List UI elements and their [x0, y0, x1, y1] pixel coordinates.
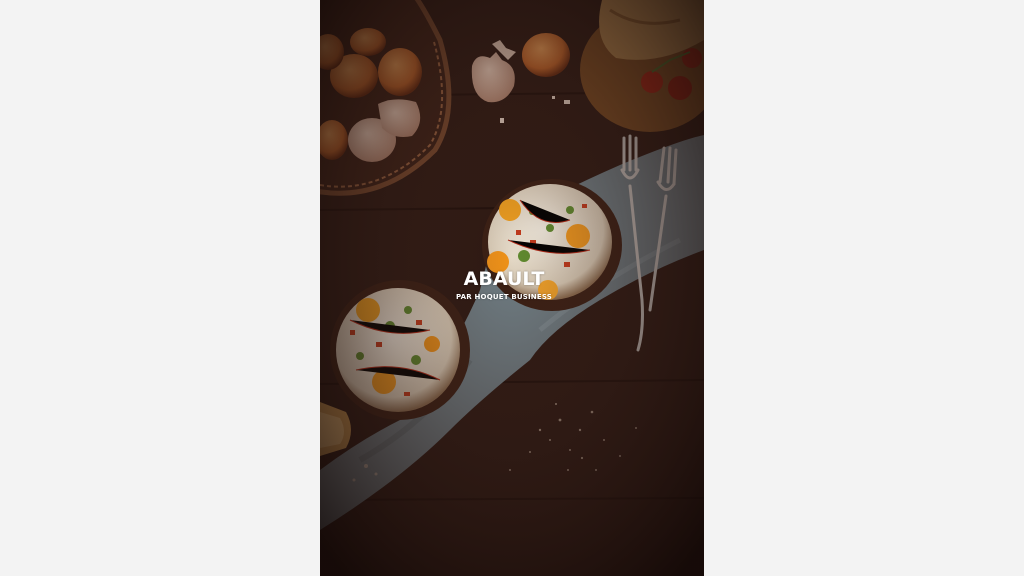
photo-illustration: [320, 0, 704, 576]
food-photo: ABAULT PAR HOQUET BUSINESS: [320, 0, 704, 576]
page-background: ABAULT PAR HOQUET BUSINESS: [0, 0, 1024, 576]
